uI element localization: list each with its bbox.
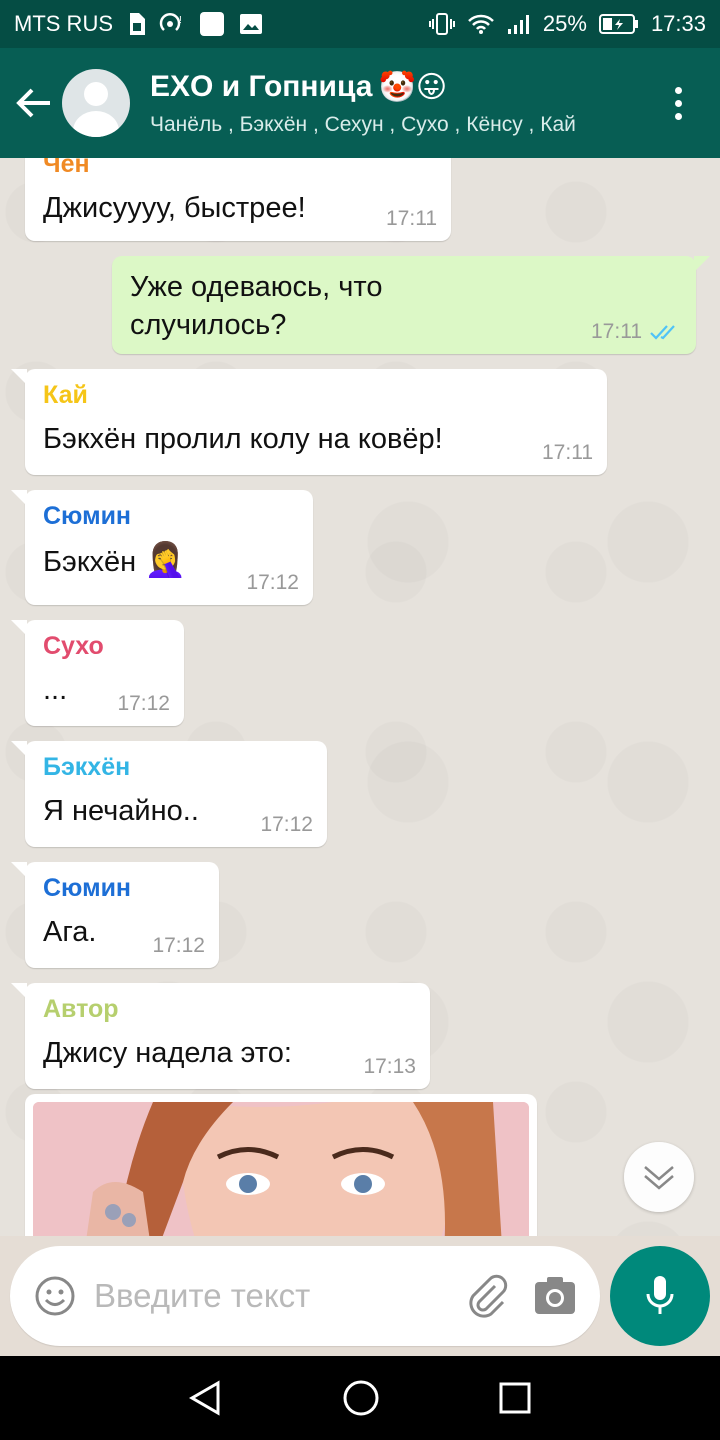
nav-back-icon[interactable] bbox=[188, 1380, 224, 1416]
message-time: 17:12 bbox=[117, 692, 170, 715]
sim-card-icon bbox=[127, 13, 145, 35]
more-vert-icon bbox=[674, 86, 682, 94]
camera-icon bbox=[535, 1277, 575, 1314]
message-sender: Сюмин bbox=[43, 874, 132, 902]
chevron-down-icon bbox=[644, 1166, 674, 1190]
read-ticks-icon bbox=[650, 325, 675, 340]
svg-text:!: ! bbox=[179, 15, 182, 26]
message-time: 17:13 bbox=[363, 1055, 416, 1078]
facepalm-emoji: 🤦‍♀️ bbox=[144, 541, 187, 579]
system-nav-bar bbox=[0, 1356, 720, 1440]
paperclip-icon bbox=[469, 1274, 508, 1318]
chat-info[interactable]: EXO и Гопница 🤡😛 Чанёль , Бэкхён , Сехун… bbox=[150, 70, 620, 137]
message-bubble[interactable]: Сухо ... 17:12 bbox=[11, 620, 184, 726]
chat-title-text: EXO и Гопница bbox=[150, 70, 373, 103]
chat-header: EXO и Гопница 🤡😛 Чанёль , Бэкхён , Сехун… bbox=[0, 48, 720, 158]
message-bubble[interactable]: Автор Джису надела это: 17:13 bbox=[11, 983, 430, 1089]
message-sender: Автор bbox=[43, 995, 119, 1023]
vibrate-icon bbox=[428, 12, 455, 36]
message-sender: Сюмин bbox=[43, 502, 132, 530]
message-text-line1: Уже одеваюсь, что bbox=[130, 271, 383, 303]
message-time: 17:12 bbox=[152, 934, 205, 957]
message-text: Джисуууу, быстрее! bbox=[43, 192, 306, 224]
message-time: 17:11 bbox=[591, 320, 642, 343]
chat-title: EXO и Гопница 🤡😛 bbox=[150, 70, 620, 105]
message-bubble-outgoing[interactable]: Уже одеваюсь, что случилось? 17:11 bbox=[112, 256, 710, 354]
arrow-left-icon bbox=[16, 88, 50, 118]
message-bubble[interactable]: Бэкхён Я нечайно.. 17:12 bbox=[11, 741, 327, 847]
mic-button[interactable] bbox=[610, 1246, 710, 1346]
gallery-icon bbox=[239, 13, 263, 35]
emoji-icon bbox=[35, 1276, 75, 1316]
status-bar: MTS RUS ! 25% 17:33 bbox=[0, 0, 720, 48]
notification-square-icon bbox=[199, 11, 225, 37]
message-text-content: Бэкхён bbox=[43, 546, 137, 578]
hotspot-icon: ! bbox=[159, 13, 185, 35]
mic-icon bbox=[646, 1276, 674, 1314]
battery-icon bbox=[598, 13, 639, 35]
message-list[interactable]: Чен Джисуууу, быстрее! 17:11 Уже одеваюс… bbox=[0, 158, 720, 1236]
message-bubble[interactable]: Сюмин Ага. 17:12 bbox=[11, 862, 219, 968]
chat-members: Чанёль , Бэкхён , Сехун , Сухо , Кёнсу ,… bbox=[150, 112, 576, 136]
battery-percent: 25% bbox=[542, 11, 587, 36]
chat-title-emoji: 🤡😛 bbox=[378, 70, 448, 104]
camera-button[interactable] bbox=[530, 1271, 580, 1321]
photo[interactable] bbox=[33, 1102, 529, 1236]
message-time: 17:11 bbox=[542, 441, 593, 464]
signal-icon bbox=[507, 13, 531, 35]
back-button[interactable] bbox=[6, 48, 62, 158]
message-bubble[interactable]: Кай Бэкхён пролил колу на ковёр! 17:11 bbox=[11, 369, 607, 475]
message-sender: Бэкхён bbox=[43, 753, 131, 781]
message-composer: Введите текст bbox=[10, 1246, 600, 1346]
message-input[interactable]: Введите текст bbox=[94, 1277, 462, 1315]
nav-recents-icon[interactable] bbox=[498, 1381, 532, 1415]
clock: 17:33 bbox=[650, 11, 706, 36]
group-avatar[interactable] bbox=[62, 69, 130, 137]
message-text: Джису надела это: bbox=[43, 1037, 292, 1069]
nav-home-icon[interactable] bbox=[341, 1378, 381, 1418]
message-bubble[interactable]: Чен Джисуууу, быстрее! 17:11 bbox=[25, 158, 451, 241]
more-options-button[interactable] bbox=[658, 48, 698, 158]
message-sender: Чен bbox=[43, 158, 90, 178]
message-text: Бэкхён пролил колу на ковёр! bbox=[43, 423, 443, 455]
image-message[interactable] bbox=[25, 1094, 537, 1236]
message-bubble[interactable]: Сюмин Бэкхён 🤦‍♀️ 17:12 bbox=[11, 490, 313, 605]
message-time: 17:11 bbox=[386, 207, 437, 230]
message-time: 17:12 bbox=[260, 813, 313, 836]
message-time: 17:12 bbox=[246, 571, 299, 594]
carrier-name: MTS RUS bbox=[14, 11, 113, 36]
message-sender: Сухо bbox=[43, 632, 104, 660]
message-sender: Кай bbox=[43, 381, 88, 409]
scroll-to-bottom-button[interactable] bbox=[624, 1142, 694, 1212]
attach-button[interactable] bbox=[462, 1271, 512, 1321]
wifi-icon bbox=[467, 13, 495, 35]
emoji-button[interactable] bbox=[30, 1271, 80, 1321]
